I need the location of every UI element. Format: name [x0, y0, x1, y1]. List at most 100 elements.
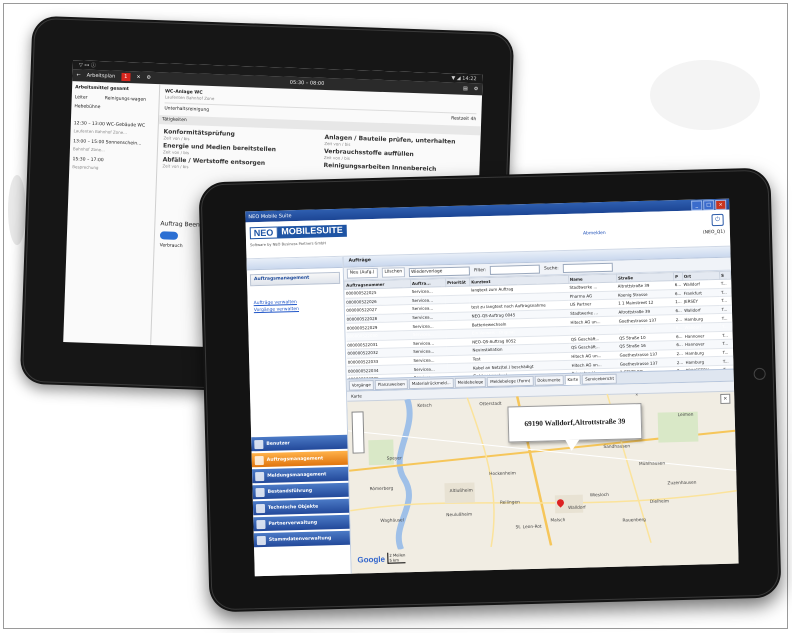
list-item[interactable]: 13:00 – 15:00 Sonnenschein... Bahnhof Zon… — [73, 138, 154, 155]
orders-table: Auftragsnummer Auftra... Priorität Kurztext… — [344, 271, 734, 379]
map-label: Wiesloch — [589, 492, 610, 499]
order-type: Unterhaltsreinigung — [164, 106, 210, 113]
column-header[interactable]: P — [673, 272, 683, 281]
nav-label: Benutzer — [266, 440, 290, 447]
nav-partners[interactable]: Partnerverwaltung — [253, 514, 350, 532]
link-operations[interactable]: Vorgänge verwalten — [248, 305, 344, 315]
remaining-time: Restzeit 4h — [451, 116, 477, 123]
table-cell: T... — [721, 347, 733, 357]
map-label: St. Leon-Rot — [515, 524, 542, 531]
table-cell: T... — [721, 339, 733, 349]
list-icon[interactable]: ▤ — [463, 86, 468, 92]
nav-label: Bestandsführung — [267, 488, 313, 495]
detail-tab[interactable]: Materialrückmeld... — [408, 377, 454, 389]
map-label: Malsch — [550, 518, 566, 524]
partners-icon — [256, 519, 266, 529]
front-tablet-screen: NEO Mobile Suite _ □ × NEO MOBILESUITE S… — [245, 198, 739, 577]
map-info-bubble[interactable]: 69190 Walldorf,Altrottstraße 39 × — [507, 393, 643, 443]
status-icons: ▽ ⊶ ⓘ — [78, 62, 96, 69]
filter-label: Filter: — [474, 267, 487, 273]
nav-label: Technische Objekte — [267, 504, 319, 511]
detail-tab[interactable]: Meldebelege (Form) — [487, 375, 534, 387]
minimize-button[interactable]: _ — [691, 199, 703, 211]
notification-badge[interactable]: 1 — [121, 72, 131, 82]
orders-table-wrap: Auftragsnummer Auftra... Priorität Kurztext… — [344, 270, 734, 379]
table-cell: T... — [719, 287, 732, 297]
map-label: Waghäusel — [380, 518, 404, 524]
tools-icon[interactable]: ✕ — [136, 74, 140, 80]
detail-tab[interactable]: Meldebelege — [454, 376, 487, 388]
nav-label: Partnerverwaltung — [268, 520, 318, 527]
resources-header[interactable]: Arbeitsmittel gesamt — [75, 84, 156, 94]
power-icon[interactable]: ⏻ — [711, 213, 724, 227]
detail-tab[interactable]: Planzuweisen — [374, 378, 408, 390]
order-finished-toggle[interactable] — [159, 231, 179, 240]
map-label: Zuzenhausen — [667, 480, 697, 487]
map-zoom-control[interactable] — [351, 411, 365, 454]
detail-tab[interactable]: Vorgänge — [348, 379, 374, 391]
scale-km: 5 km — [389, 557, 400, 563]
sidebar-header — [246, 256, 343, 271]
nav-inventory[interactable]: Bestandsführung — [252, 482, 349, 500]
bubble-close-icon[interactable]: × — [635, 393, 638, 398]
users-icon — [254, 439, 264, 449]
map-close-icon[interactable]: × — [720, 393, 731, 404]
resource-value: Reinigungs-wagen — [104, 96, 147, 103]
list-item[interactable]: 15:30 – 17:00 Besprechung — [72, 156, 153, 173]
map-view: Karte × Ketsch Speyer Otterstadt Römerbe… — [346, 381, 739, 575]
task-grid: Konformitätsprüfung Zeit von / bis Anlage… — [162, 128, 475, 179]
table-cell: T... — [720, 304, 732, 314]
nav-master-data[interactable]: Stammdatenverwaltung — [253, 530, 351, 548]
status-clock: ▼ ◢ 14:22 — [451, 74, 477, 82]
notifications-icon — [255, 471, 265, 481]
logout-link[interactable]: Abmelden — [583, 231, 606, 237]
inventory-icon — [255, 487, 265, 497]
nav-notifications[interactable]: Meldungsmanagement — [251, 466, 349, 484]
resource-key: Leiter — [74, 95, 88, 101]
map-address: 69190 Walldorf,Altrottstraße 39 — [524, 416, 626, 429]
nav-label: Stammdatenverwaltung — [268, 535, 332, 543]
map-label: Otterstadt — [479, 401, 502, 408]
map-label: Dielheim — [649, 499, 670, 505]
back-arrow-icon[interactable]: ← — [76, 72, 80, 78]
nav-orders[interactable]: Auftragsmanagement — [251, 450, 348, 468]
table-cell: 6... — [675, 340, 685, 350]
nav-users[interactable]: Benutzer — [251, 434, 348, 452]
filter-input[interactable] — [489, 264, 541, 275]
detail-tab[interactable]: Karte — [564, 374, 582, 385]
detail-tab[interactable]: Servicebericht — [582, 373, 618, 385]
paper-texture — [8, 175, 26, 245]
close-button[interactable]: × — [715, 199, 727, 210]
settings-icon[interactable]: ⚙ — [146, 75, 151, 81]
day-list: Arbeitsmittel gesamt Leiter Reinigungs-wa… — [63, 81, 161, 346]
nav-technical-objects[interactable]: Technische Objekte — [252, 498, 350, 516]
menu-icon[interactable]: ⚙ — [474, 86, 479, 92]
table-cell: 6... — [674, 331, 684, 341]
new-order-button[interactable]: Neu (Aufg.) — [346, 267, 378, 279]
table-cell: 6... — [673, 289, 683, 298]
search-input[interactable] — [562, 262, 613, 273]
sidebar: Auftragsmanagement Aufträge verwalten Vo… — [246, 256, 352, 577]
table-cell: T... — [720, 296, 732, 306]
table-cell: 6... — [673, 280, 683, 290]
table-cell: T... — [721, 330, 733, 340]
google-logo[interactable]: Google — [357, 555, 385, 565]
list-item[interactable]: 12:30 – 13:00 WC-Gebäude WC Laufenten Bah… — [73, 120, 154, 137]
detail-tab[interactable]: Dokumente — [534, 374, 564, 386]
map-label: Hockenheim — [489, 471, 516, 478]
sidebar-current-module[interactable]: Auftragsmanagement — [249, 271, 341, 287]
logo-part-neo: NEO — [249, 226, 278, 240]
event-sub: Bahnhof Zone... — [72, 146, 105, 153]
resource-key: Hebebühne — [74, 104, 101, 111]
maximize-button[interactable]: □ — [703, 199, 715, 210]
nav-label: Auftragsmanagement — [266, 455, 324, 463]
view-select[interactable]: Wiedervorlage — [408, 265, 471, 277]
map-label: Römerberg — [369, 486, 394, 493]
map-label: Rauenberg — [622, 517, 646, 524]
map-label: Neulußheim — [446, 512, 473, 519]
technical-objects-icon — [255, 503, 266, 513]
map-label: Ketsch — [417, 403, 432, 409]
map-label: Walldorf — [568, 505, 586, 511]
module-nav: Benutzer Auftragsmanagement Meldungsmana… — [251, 434, 351, 549]
delete-button[interactable]: Löschen — [381, 267, 406, 278]
